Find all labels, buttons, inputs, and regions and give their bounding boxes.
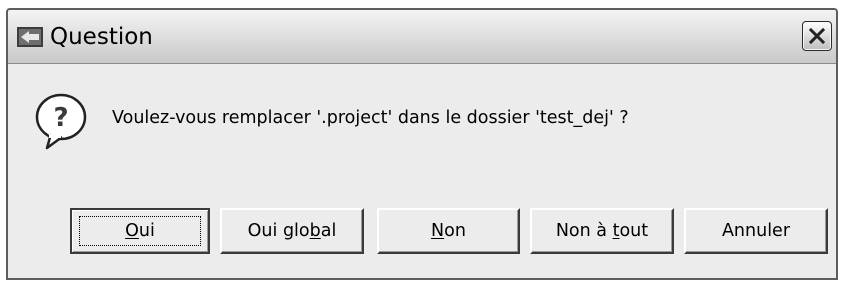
annuler-button[interactable]: Annuler	[684, 208, 828, 254]
oui-button-label: Oui	[125, 221, 155, 241]
annuler-button-label: Annuler	[721, 221, 791, 241]
non-button[interactable]: Non	[377, 208, 520, 254]
non-button-label: Non	[431, 221, 466, 241]
oui-global-button[interactable]: Oui global	[220, 208, 364, 254]
oui-global-button-label: Oui global	[247, 221, 337, 241]
svg-text:?: ?	[53, 103, 68, 133]
message-text: Voulez-vous remplacer '.project' dans le…	[112, 108, 629, 128]
title-bar[interactable]: Question	[8, 10, 836, 64]
question-icon: ?	[34, 92, 88, 152]
non-a-tout-button[interactable]: Non à tout	[530, 208, 674, 254]
oui-button[interactable]: Oui	[70, 208, 210, 254]
non-a-tout-button-label: Non à tout	[555, 221, 649, 241]
question-dialog: Question ? Voulez-vous remplacer '.proje…	[6, 8, 838, 280]
close-icon	[808, 27, 826, 45]
eclipse-app-icon	[17, 27, 43, 47]
close-button[interactable]	[802, 21, 832, 51]
window-title: Question	[50, 24, 153, 50]
